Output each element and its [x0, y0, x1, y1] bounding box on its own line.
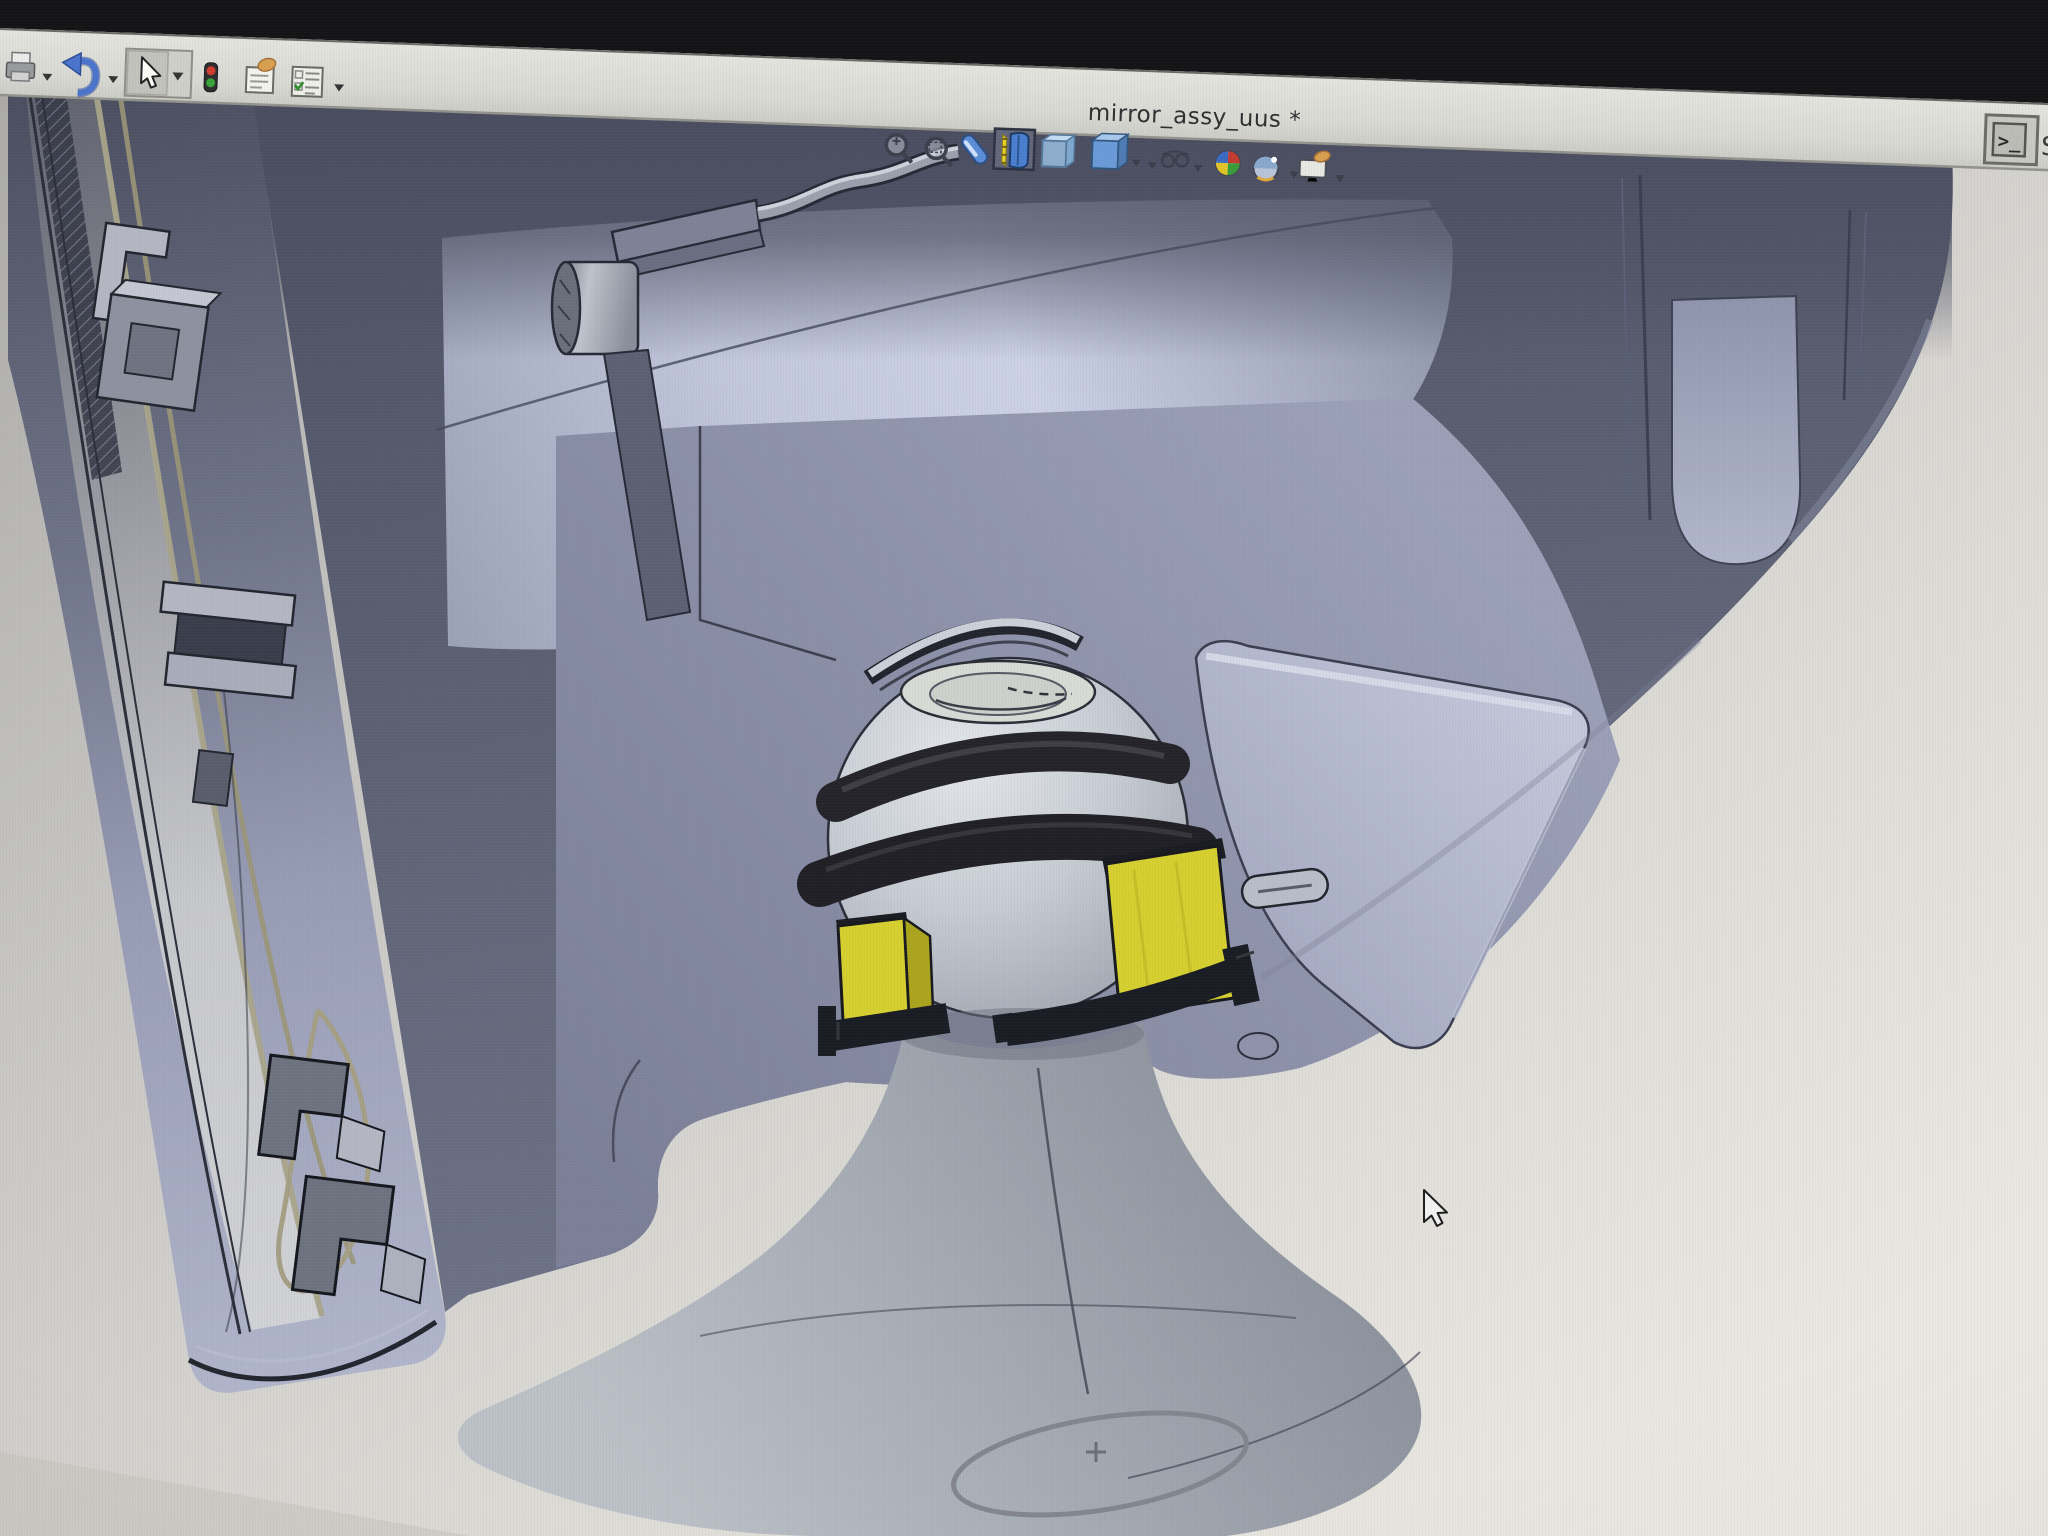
terminal-overlay-button[interactable]: >_	[1984, 115, 2038, 165]
screen-photo: mirror_assy_uus * >_ S	[0, 0, 2048, 1536]
select-button[interactable]	[125, 49, 193, 98]
viewport-canvas[interactable]	[0, 0, 2048, 1536]
design-checklist-button[interactable]	[292, 67, 323, 97]
display-style-button[interactable]	[1042, 134, 1075, 167]
interference-indicator-icon[interactable]	[204, 63, 218, 92]
terminal-glyph: >_	[1997, 130, 2021, 153]
ball-cap	[901, 661, 1095, 723]
apply-scene-button[interactable]	[1253, 156, 1278, 181]
panel-hole	[1238, 1033, 1278, 1059]
overlay-button-label: S	[2040, 132, 2048, 163]
housing-cove	[1672, 296, 1800, 564]
section-view-button[interactable]	[994, 129, 1035, 170]
edit-appearance-button[interactable]	[1215, 151, 1240, 176]
